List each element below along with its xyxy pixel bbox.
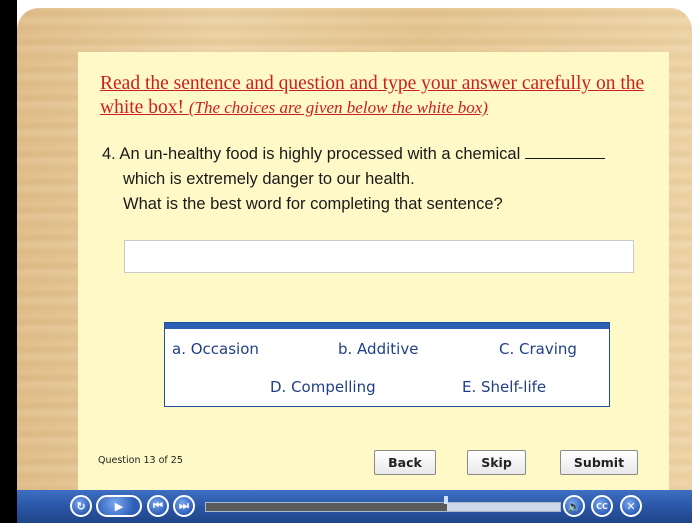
play-icon[interactable]: ▶ [96,495,142,517]
instruction-text: Read the sentence and question and type … [100,72,660,120]
playback-progress-fill [206,503,447,511]
volume-icon[interactable]: 🔈 [563,495,585,517]
previous-icon[interactable]: ⏮ [147,495,169,517]
restart-icon[interactable]: ↻ [70,495,92,517]
player-toolbar: ↻ ▶ ⏮ ⏭ 🔈 CC ✕ [17,490,692,523]
close-icon[interactable]: ✕ [620,495,642,517]
wood-frame: Read the sentence and question and type … [17,8,692,523]
answer-input[interactable] [124,240,634,273]
top-white-strip [17,0,692,8]
playback-progress-thumb[interactable] [443,496,448,504]
closed-captions-button[interactable]: CC [591,495,613,517]
question-text: 4. An un-healthy food is highly processe… [102,142,642,217]
choice-d: D. Compelling [270,378,376,396]
choice-b: b. Additive [338,340,419,358]
fill-in-blank [524,145,605,159]
question-line-1: 4. An un-healthy food is highly processe… [102,142,642,167]
submit-button[interactable]: Submit [560,450,638,475]
question-line-3: What is the best word for completing tha… [123,195,503,213]
playback-progress-bar[interactable] [205,502,561,512]
quiz-slide: Read the sentence and question and type … [78,52,669,497]
question-line-2: which is extremely danger to our health. [123,170,415,188]
question-counter: Question 13 of 25 [98,455,183,466]
next-icon[interactable]: ⏭ [173,495,195,517]
question-line-1-text: 4. An un-healthy food is highly processe… [102,145,521,163]
left-black-strip [0,0,17,523]
instruction-note: (The choices are given below the white b… [188,98,488,117]
choices-header-bar [165,323,609,329]
choice-e: E. Shelf-life [462,378,547,396]
choice-a: a. Occasion [172,340,259,358]
back-button[interactable]: Back [374,450,436,475]
choices-box: a. Occasion b. Additive C. Craving D. Co… [164,322,610,407]
skip-button[interactable]: Skip [467,450,526,475]
choice-c: C. Craving [499,340,577,358]
